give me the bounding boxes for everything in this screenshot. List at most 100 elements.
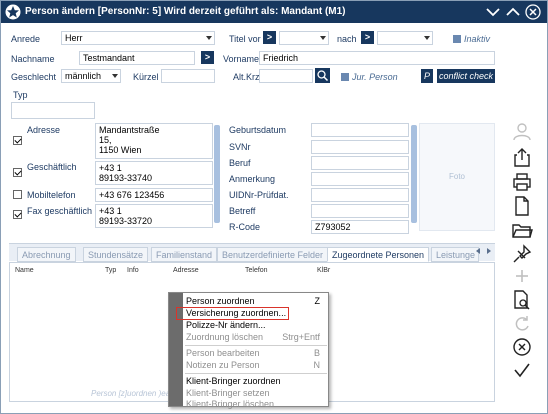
- search-icon: [317, 70, 329, 82]
- open-folder-icon[interactable]: [511, 219, 535, 241]
- altkrz-field[interactable]: [259, 69, 313, 83]
- menu-item-person-zuordnen[interactable]: Person zuordnen: [186, 296, 255, 306]
- fax-field[interactable]: +43 1 89193-33720: [95, 204, 213, 228]
- menu-separator: [185, 345, 327, 346]
- person-icon[interactable]: [511, 121, 535, 143]
- share-icon[interactable]: [511, 146, 535, 168]
- mobiltelefon-checkbox[interactable]: [13, 190, 22, 199]
- app-logo-icon: [5, 4, 21, 20]
- nach-label: nach: [337, 34, 357, 44]
- titel-vor-label: Titel vor: [229, 34, 261, 44]
- highlight-box: [176, 307, 289, 320]
- anrede-label: Anrede: [11, 34, 41, 44]
- adresse-checkbox[interactable]: [13, 136, 22, 145]
- cancel-icon[interactable]: [511, 336, 535, 358]
- tab-abrechnung[interactable]: Abrechnung: [17, 247, 76, 262]
- tab-scroll-left-icon[interactable]: [473, 246, 483, 256]
- foto-placeholder[interactable]: Foto: [419, 123, 495, 231]
- menu-item-klient-bringer-loeschen[interactable]: Klient-Bringer löschen: [186, 399, 274, 409]
- menu-item-klient-bringer-zuordnen[interactable]: Klient-Bringer zuordnen: [186, 376, 281, 386]
- tab-scroll-right-icon[interactable]: [484, 246, 494, 256]
- mobiltelefon-field[interactable]: +43 676 123456: [95, 188, 213, 202]
- menu-shortcut-zuordnung-loeschen: Strg+Entf: [282, 332, 320, 342]
- conflict-check-button[interactable]: conflict check: [437, 69, 495, 83]
- titel-vor-select[interactable]: [279, 31, 329, 45]
- close-icon[interactable]: [525, 4, 541, 20]
- tab-zugeordnete-personen[interactable]: Zugeordnete Personen: [327, 247, 430, 262]
- titel-nach-nav-button[interactable]: >: [361, 31, 374, 44]
- tab-stundensaetze[interactable]: Stundensätze: [83, 247, 149, 262]
- titel-nach-select[interactable]: [377, 31, 433, 45]
- p-button[interactable]: P: [421, 69, 433, 83]
- col-typ[interactable]: Typ: [105, 267, 116, 274]
- menu-shortcut-person-bearbeiten: B: [313, 348, 320, 358]
- geschaeftlich-field[interactable]: +43 1 89193-33740: [95, 161, 213, 185]
- geschlecht-label: Geschlecht: [11, 72, 57, 82]
- nachname-nav-button[interactable]: >: [201, 51, 214, 64]
- confirm-icon[interactable]: [511, 359, 535, 381]
- pin-icon[interactable]: [511, 243, 535, 265]
- anmerkung-label: Anmerkung: [229, 174, 276, 184]
- uidnr-label: UIDNr-Prüfdat.: [229, 190, 289, 200]
- geschaeftlich-label: Geschäftlich: [27, 162, 77, 172]
- refresh-icon[interactable]: [511, 313, 535, 335]
- tab-benutzerdefinierte-felder[interactable]: Benutzerdefinierte Felder: [217, 247, 329, 262]
- contacts-scrollbar[interactable]: [214, 125, 220, 223]
- fax-checkbox[interactable]: [13, 210, 22, 219]
- geschlecht-select[interactable]: männlich: [61, 69, 121, 83]
- inaktiv-checkbox[interactable]: [453, 35, 461, 43]
- chevron-up-icon[interactable]: [505, 4, 521, 20]
- nachname-field[interactable]: Testmandant: [79, 51, 195, 65]
- col-info[interactable]: Info: [127, 267, 139, 274]
- betreff-label: Betreff: [229, 206, 256, 216]
- anmerkung-field[interactable]: [311, 172, 409, 186]
- betreff-field[interactable]: [311, 204, 409, 218]
- rcode-label: R-Code: [229, 222, 261, 232]
- chevron-down-icon[interactable]: [485, 4, 501, 20]
- col-telefon[interactable]: Telefon: [245, 267, 268, 274]
- anrede-select[interactable]: Herr: [61, 31, 215, 45]
- menu-shortcut-notizen-zu-person: N: [313, 360, 321, 370]
- mobiltelefon-label: Mobiltelefon: [27, 190, 76, 200]
- typ-field[interactable]: [11, 102, 95, 119]
- menu-item-klient-bringer-setzen[interactable]: Klient-Bringer setzen: [186, 388, 270, 398]
- beruf-field[interactable]: [311, 156, 409, 170]
- col-adresse[interactable]: Adresse: [173, 267, 199, 274]
- geschlecht-value: männlich: [65, 71, 102, 81]
- geburtsdatum-field[interactable]: [311, 123, 409, 137]
- search-person-button[interactable]: [315, 68, 330, 83]
- adresse-field[interactable]: Mandantstraße 15, 1150 Wien: [95, 123, 213, 159]
- altkrz-label: Alt.Krz: [233, 72, 260, 82]
- inaktiv-label: Inaktiv: [464, 34, 491, 44]
- kuerzel-label: Kürzel: [133, 72, 159, 82]
- tab-leistungen[interactable]: Leistunge: [431, 247, 479, 262]
- menu-item-zuordnung-loeschen[interactable]: Zuordnung löschen: [186, 332, 263, 342]
- menu-item-notizen-zu-person[interactable]: Notizen zu Person: [186, 360, 260, 370]
- vorname-label: Vorname: [223, 54, 260, 64]
- svnr-field[interactable]: [311, 140, 409, 154]
- vorname-field[interactable]: Friedrich: [259, 51, 495, 65]
- rcode-field[interactable]: Z793052: [311, 220, 409, 234]
- menu-item-polizze-nr-aendern[interactable]: Polizze-Nr ändern...: [186, 320, 266, 330]
- jur-person-checkbox[interactable]: [341, 73, 349, 81]
- beruf-label: Beruf: [229, 158, 251, 168]
- fax-label: Fax geschäftlich: [27, 206, 93, 216]
- titel-vor-nav-button[interactable]: >: [263, 31, 276, 44]
- search-document-icon[interactable]: [511, 289, 535, 311]
- typ-label: Typ: [13, 90, 28, 100]
- menu-item-person-bearbeiten[interactable]: Person bearbeiten: [186, 348, 260, 358]
- uidnr-field[interactable]: [311, 188, 409, 202]
- geschaeftlich-checkbox[interactable]: [13, 168, 22, 177]
- col-klbr[interactable]: KlBr: [317, 267, 330, 274]
- tab-familienstand[interactable]: Familienstand: [151, 247, 218, 262]
- geburtsdatum-label: Geburtsdatum: [229, 125, 287, 135]
- col-name[interactable]: Name: [15, 267, 34, 274]
- print-icon[interactable]: [511, 171, 535, 193]
- new-document-icon[interactable]: [511, 195, 535, 217]
- jur-person-label: Jur. Person: [352, 72, 398, 82]
- add-icon[interactable]: [511, 265, 535, 287]
- details-scrollbar[interactable]: [411, 125, 417, 223]
- title-bar: Person ändern [PersonNr: 5] Wird derzeit…: [1, 1, 547, 23]
- kuerzel-field[interactable]: [161, 69, 215, 83]
- svnr-label: SVNr: [229, 142, 251, 152]
